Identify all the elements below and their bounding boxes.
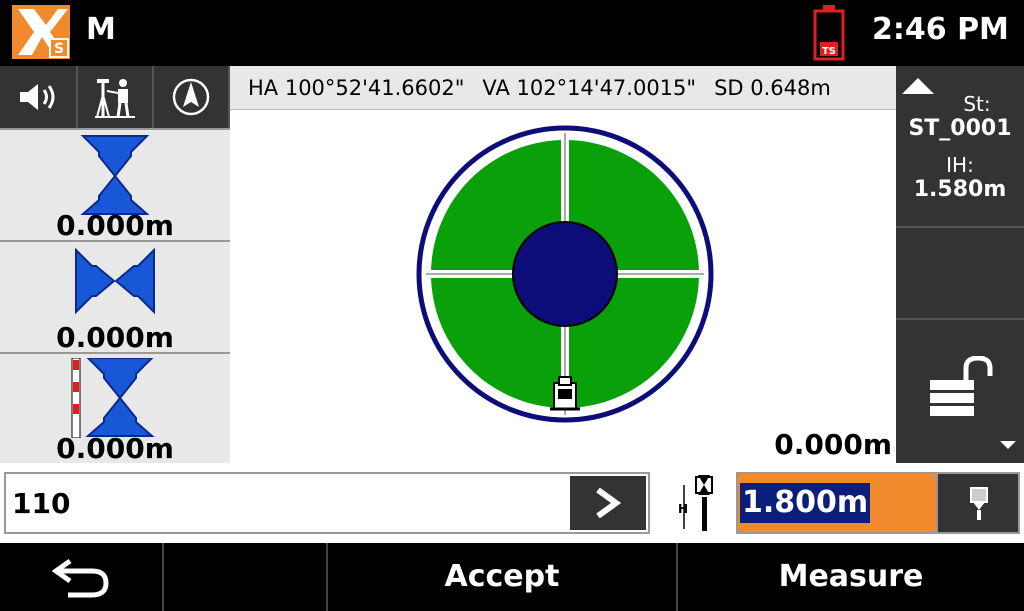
point-id-field[interactable]: 110 bbox=[4, 472, 650, 534]
compass-icon bbox=[172, 78, 210, 116]
horizontal-angle: HA 100°52'41.6602" bbox=[248, 76, 465, 100]
battery-icon[interactable]: TS bbox=[812, 4, 846, 62]
station-setup-button[interactable] bbox=[78, 66, 154, 128]
offset-vertical-value: 0.000m bbox=[56, 209, 174, 240]
vertical-angle: VA 102°14'47.0015" bbox=[482, 76, 697, 100]
offset-horizontal-value: 0.000m bbox=[56, 321, 174, 352]
instrument-height-label: IH: bbox=[946, 153, 974, 177]
arrows-vertical-icon bbox=[80, 135, 150, 215]
measure-button[interactable]: Measure bbox=[678, 543, 1024, 611]
target-view[interactable]: 0.000m bbox=[230, 110, 896, 463]
point-id-input[interactable]: 110 bbox=[12, 487, 70, 520]
speaker-icon bbox=[20, 84, 55, 110]
input-row: 110 H 1.800m bbox=[0, 463, 1024, 543]
arrows-horizontal-icon bbox=[75, 247, 155, 315]
back-arrow-icon bbox=[52, 558, 109, 598]
offset-height-value: 0.000m bbox=[56, 432, 174, 463]
station-value: ST_0001 bbox=[908, 116, 1012, 141]
lock-button[interactable] bbox=[896, 318, 1024, 463]
target-height-icon: H bbox=[670, 471, 720, 533]
scroll-down-icon[interactable] bbox=[998, 439, 1018, 451]
clock: 2:46 PM bbox=[872, 12, 1009, 47]
back-button[interactable] bbox=[0, 543, 164, 611]
station-label: St: bbox=[963, 92, 991, 116]
arrows-rod-icon bbox=[71, 358, 155, 438]
sound-button[interactable] bbox=[0, 66, 78, 128]
svg-text:H: H bbox=[678, 502, 688, 516]
offset-height-panel[interactable]: 0.000m bbox=[0, 352, 230, 463]
offset-vertical-panel[interactable]: 0.000m bbox=[0, 128, 230, 240]
station-info-panel[interactable]: St: ST_0001 IH: 1.580m bbox=[896, 66, 1024, 226]
next-point-button[interactable] bbox=[570, 476, 646, 530]
app-mode-label: M bbox=[86, 12, 116, 47]
app-logo-icon[interactable]: S bbox=[12, 5, 70, 59]
logo-badge: S bbox=[54, 41, 64, 57]
blank-softkey[interactable] bbox=[164, 543, 328, 611]
accept-button[interactable]: Accept bbox=[328, 543, 678, 611]
title-bar: S M TS 2:46 PM bbox=[0, 0, 1024, 66]
measurement-readout: HA 100°52'41.6602" VA 102°14'47.0015" SD 0… bbox=[230, 66, 896, 110]
prism-icon bbox=[970, 487, 988, 520]
right-panel-blank[interactable] bbox=[896, 226, 1024, 318]
bullseye-target bbox=[416, 125, 714, 423]
unlock-icon bbox=[930, 356, 993, 416]
instrument-height-value: 1.580m bbox=[913, 177, 1007, 202]
slope-distance: SD 0.648m bbox=[714, 76, 831, 100]
offset-horizontal-panel[interactable]: 0.000m bbox=[0, 240, 230, 352]
prism-select-button[interactable] bbox=[936, 472, 1020, 534]
compass-button[interactable] bbox=[154, 66, 230, 128]
distance-readout: 0.000m bbox=[774, 428, 892, 461]
battery-badge: TS bbox=[822, 46, 836, 57]
target-height-input[interactable]: 1.800m bbox=[740, 483, 871, 523]
surveyor-station-icon bbox=[95, 79, 135, 118]
chevron-right-icon bbox=[596, 488, 622, 518]
